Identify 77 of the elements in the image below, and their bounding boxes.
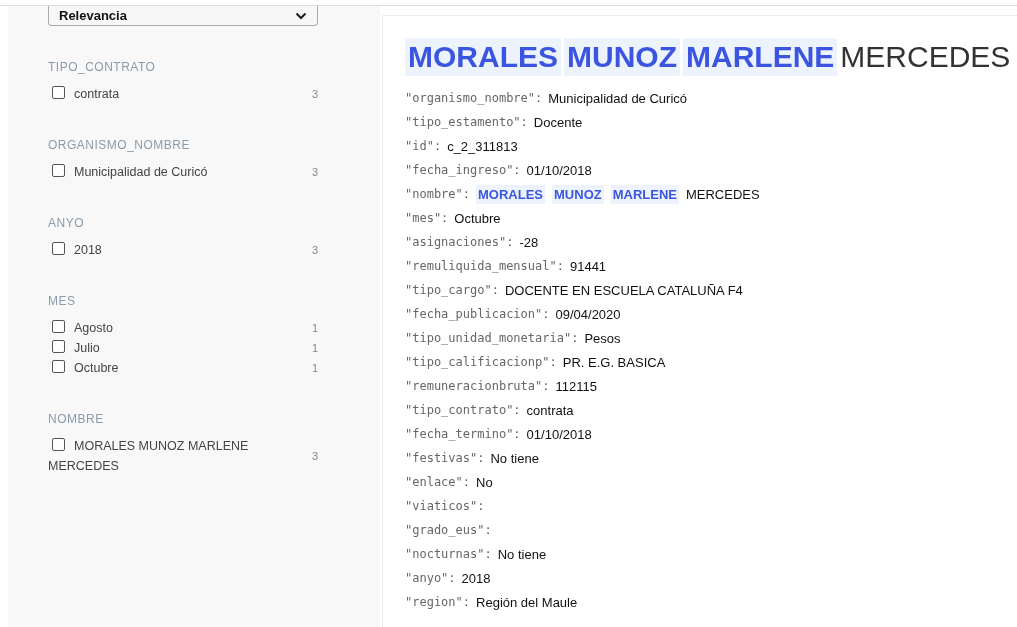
field-value: Municipalidad de Curicó <box>548 90 688 106</box>
checkbox[interactable] <box>52 86 65 99</box>
field-key: "organismo_nombre": <box>405 91 543 105</box>
highlighted-name-word: MARLENE <box>683 38 838 76</box>
facet-option[interactable]: Julio <box>48 338 100 358</box>
field-key: "tipo_cargo": <box>405 283 499 297</box>
facet-count: 3 <box>311 87 318 102</box>
field-value: c_2_311813 <box>447 138 518 154</box>
field-value: 09/04/2020 <box>555 306 621 322</box>
facet-option[interactable]: Octubre <box>48 358 119 378</box>
checkbox[interactable] <box>52 320 65 333</box>
highlighted-value-word: MARLENE <box>610 184 679 204</box>
field-key: "tipo_estamento": <box>405 115 528 129</box>
facet-heading: TIPO_CONTRATO <box>48 60 157 74</box>
checkbox[interactable] <box>52 242 65 255</box>
facet-heading: ANYO <box>48 216 85 230</box>
facet-option[interactable]: 2018 <box>48 240 102 260</box>
field-value: -28 <box>519 234 539 250</box>
field-key: "nombre": <box>405 187 471 201</box>
facet-count: 3 <box>311 449 318 464</box>
field-value: 01/10/2018 <box>526 162 592 178</box>
field-key: "fecha_ingreso": <box>405 163 521 177</box>
field-value: Región del Maule <box>476 594 578 610</box>
facet-count: 3 <box>311 165 318 180</box>
field-key: "tipo_calificacionp": <box>405 355 557 369</box>
field-value: contrata <box>526 402 574 418</box>
field-key: "nocturnas": <box>405 547 492 561</box>
field-key: "mes": <box>405 211 449 225</box>
field-key: "tipo_contrato": <box>405 403 521 417</box>
facet-count: 1 <box>311 341 318 356</box>
field-key: "remuneracionbruta": <box>405 379 550 393</box>
field-value: 01/10/2018 <box>526 426 592 442</box>
facet-count: 1 <box>311 361 318 376</box>
field-key: "enlace": <box>405 475 471 489</box>
name-word: MERCEDES <box>840 40 1011 74</box>
facet-option[interactable]: MORALES MUNOZ MARLENE MERCEDES <box>48 436 258 476</box>
field-key: "id": <box>405 139 442 153</box>
checkbox[interactable] <box>52 340 65 353</box>
field-key: "anyo": <box>405 571 456 585</box>
highlighted-name-word: MORALES <box>405 38 561 76</box>
facet-heading: NOMBRE <box>48 412 105 426</box>
field-value: No tiene <box>497 546 547 562</box>
field-value: Pesos <box>584 330 621 346</box>
field-value: 91441 <box>569 258 607 274</box>
field-key: "region": <box>405 595 471 609</box>
field-value: Octubre <box>454 210 501 226</box>
field-key: "tipo_unidad_monetaria": <box>405 331 579 345</box>
field-value: No <box>476 474 493 490</box>
facet-heading: MES <box>48 294 77 308</box>
facet-count: 3 <box>311 243 318 258</box>
facet-option[interactable]: contrata <box>48 84 120 104</box>
highlighted-name-word: MUNOZ <box>564 38 680 76</box>
field-key: "festivas": <box>405 451 485 465</box>
field-value: PR. E.G. BASICA <box>562 354 666 370</box>
facet-option[interactable]: Agosto <box>48 318 113 338</box>
field-value: Docente <box>533 114 583 130</box>
field-key: "fecha_publicacion": <box>405 307 550 321</box>
facet-option[interactable]: Municipalidad de Curicó <box>48 162 208 182</box>
field-value: 112115 <box>555 378 597 394</box>
checkbox[interactable] <box>52 360 65 373</box>
chevron-down-icon <box>295 11 307 20</box>
checkbox[interactable] <box>52 164 65 177</box>
facet-count: 1 <box>311 321 318 336</box>
field-value: 2018 <box>461 570 491 586</box>
field-key: "remuliquida_mensual": <box>405 259 564 273</box>
facet-heading: ORGANISMO_NOMBRE <box>48 138 191 152</box>
field-key: "grado_eus": <box>405 523 492 537</box>
field-value: No tiene <box>490 450 539 466</box>
field-key: "fecha_termino": <box>405 427 521 441</box>
sort-select[interactable]: Relevancia <box>48 6 318 26</box>
highlighted-value-word: MORALES <box>476 184 546 204</box>
field-key: "asignaciones": <box>405 235 514 249</box>
field-value: MERCEDES <box>686 186 760 202</box>
field-value: DOCENTE EN ESCUELA CATALUÑA F4 <box>504 282 743 298</box>
highlighted-value-word: MUNOZ <box>552 184 604 204</box>
field-key: "viaticos": <box>405 499 485 513</box>
checkbox[interactable] <box>52 438 65 451</box>
